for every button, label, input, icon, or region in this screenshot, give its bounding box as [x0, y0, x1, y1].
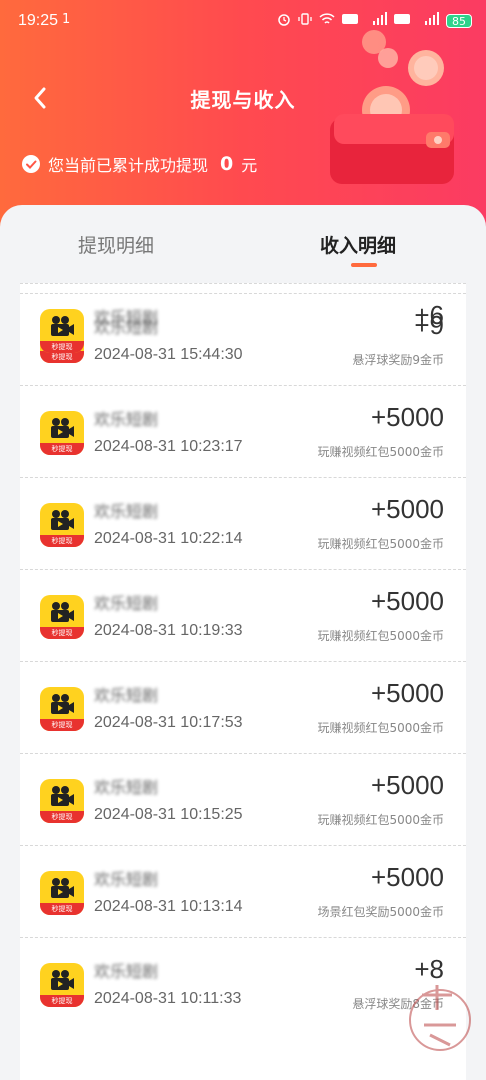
tab-withdraw-details[interactable]: 提现明细 [78, 231, 154, 258]
summary-text: 您当前已累计成功提现 [48, 156, 209, 175]
summary-amount: 0 [220, 153, 234, 175]
item-title: 欢乐短剧 [94, 594, 159, 613]
tab-bar: 提现明细 收入明细 [0, 205, 486, 277]
status-icons: 85 [277, 12, 472, 29]
list-item[interactable]: 秒提现 欢乐短剧 2024-08-31 10:22:14 +5000 玩赚视频红包500… [20, 477, 466, 569]
wifi-icon [319, 12, 335, 29]
content-card: 提现明细 收入明细 秒提现 欢乐短剧 2024-08-31 15:44:30 +9 悬浮… [0, 205, 486, 1080]
vibrate-icon [298, 12, 312, 29]
item-time: 2024-08-31 10:13:14 [94, 898, 243, 915]
item-time: 2024-08-31 10:22:14 [94, 530, 243, 547]
alarm-icon [277, 12, 291, 29]
video-camera-icon [51, 970, 74, 990]
summary-unit: 元 [241, 156, 258, 175]
withdraw-summary: 您当前已累计成功提现 0 元 [22, 152, 257, 176]
app-icon: 秒提现 [40, 963, 84, 1007]
app-icon: 秒提现 [40, 779, 84, 823]
app-badge: 秒提现 [40, 341, 84, 353]
list-item[interactable]: 秒提现 欢乐短剧 +6 [20, 283, 466, 375]
item-title: 欢乐短剧 [94, 502, 159, 521]
item-amount: +5000 [370, 770, 444, 800]
item-amount: +5000 [370, 494, 444, 524]
item-title: 欢乐短剧 [94, 308, 159, 327]
app-badge: 秒提现 [40, 811, 84, 823]
app-badge: 秒提现 [40, 443, 84, 455]
tab-income-details[interactable]: 收入明细 [320, 231, 396, 258]
app-icon: 秒提现 [40, 687, 84, 731]
list-item[interactable]: 秒提现 欢乐短剧 2024-08-31 10:17:53 +5000 玩赚视频红包500… [20, 661, 466, 753]
video-camera-icon [51, 316, 74, 336]
item-description: 玩赚视频红包5000金币 [317, 445, 444, 459]
app-badge: 秒提现 [40, 903, 84, 915]
income-list[interactable]: 秒提现 欢乐短剧 2024-08-31 15:44:30 +9 悬浮球奖励9金币 秒提现欢… [20, 283, 466, 1080]
item-amount: +5000 [370, 862, 444, 892]
status-notification-count: 1 [62, 12, 71, 27]
app-icon: 秒提现 [40, 503, 84, 547]
battery-indicator: 85 [446, 13, 472, 28]
app-badge: 秒提现 [40, 627, 84, 639]
app-icon: 秒提现 [40, 595, 84, 639]
signal-5g-icon-2 [417, 12, 439, 29]
list-item[interactable]: 秒提现 欢乐短剧 2024-08-31 10:19:33 +5000 玩赚视频红包500… [20, 569, 466, 661]
item-title: 欢乐短剧 [94, 410, 159, 429]
item-amount: +5000 [370, 586, 444, 616]
item-time: 2024-08-31 10:17:53 [94, 714, 243, 731]
item-title: 欢乐短剧 [94, 686, 159, 705]
item-description: 玩赚视频红包5000金币 [317, 813, 444, 827]
item-title: 欢乐短剧 [94, 870, 159, 889]
video-camera-icon [51, 878, 74, 898]
item-amount: +6 [414, 300, 444, 330]
app-badge: 秒提现 [40, 535, 84, 547]
list-item[interactable]: 秒提现 欢乐短剧 2024-08-31 10:13:14 +5000 场景红包奖励500… [20, 845, 466, 937]
item-description: 玩赚视频红包5000金币 [317, 629, 444, 643]
item-time: 2024-08-31 10:19:33 [94, 622, 243, 639]
app-badge: 秒提现 [40, 719, 84, 731]
item-description: 玩赚视频红包5000金币 [317, 537, 444, 551]
active-tab-indicator [351, 263, 377, 267]
video-camera-icon [51, 418, 74, 438]
wallet-coins-illustration [330, 30, 454, 184]
video-camera-icon [51, 602, 74, 622]
item-title: 欢乐短剧 [94, 778, 159, 797]
app-badge: 秒提现 [40, 995, 84, 1007]
app-icon: 秒提现 [40, 411, 84, 455]
list-item[interactable]: 秒提现 欢乐短剧 2024-08-31 10:15:25 +5000 玩赚视频红包500… [20, 753, 466, 845]
item-time: 2024-08-31 10:15:25 [94, 806, 243, 823]
app-icon: 秒提现 [40, 871, 84, 915]
item-amount: +5000 [370, 402, 444, 432]
signal-5g-icon [365, 12, 387, 29]
check-circle-icon [22, 155, 40, 173]
video-camera-icon [51, 510, 74, 530]
item-time: 2024-08-31 10:23:17 [94, 438, 243, 455]
hd-icon-2 [394, 12, 410, 29]
status-time: 19:25 [18, 12, 59, 29]
video-camera-icon [51, 694, 74, 714]
video-camera-icon [51, 786, 74, 806]
item-description: 玩赚视频红包5000金币 [317, 721, 444, 735]
list-item[interactable]: 秒提现 欢乐短剧 2024-08-31 10:23:17 +5000 玩赚视频红包500… [20, 385, 466, 477]
hd-icon [342, 12, 358, 29]
item-title: 欢乐短剧 [94, 962, 159, 981]
app-icon: 秒提现 [40, 309, 84, 353]
watermark-seal [409, 985, 471, 1051]
item-amount: +5000 [370, 678, 444, 708]
list-item[interactable]: 秒提现 欢乐短剧 2024-08-31 10:11:33 +8 悬浮球奖励8金币 [20, 937, 466, 1029]
item-time: 2024-08-31 10:11:33 [94, 990, 242, 1007]
item-description: 场景红包奖励5000金币 [317, 905, 444, 919]
